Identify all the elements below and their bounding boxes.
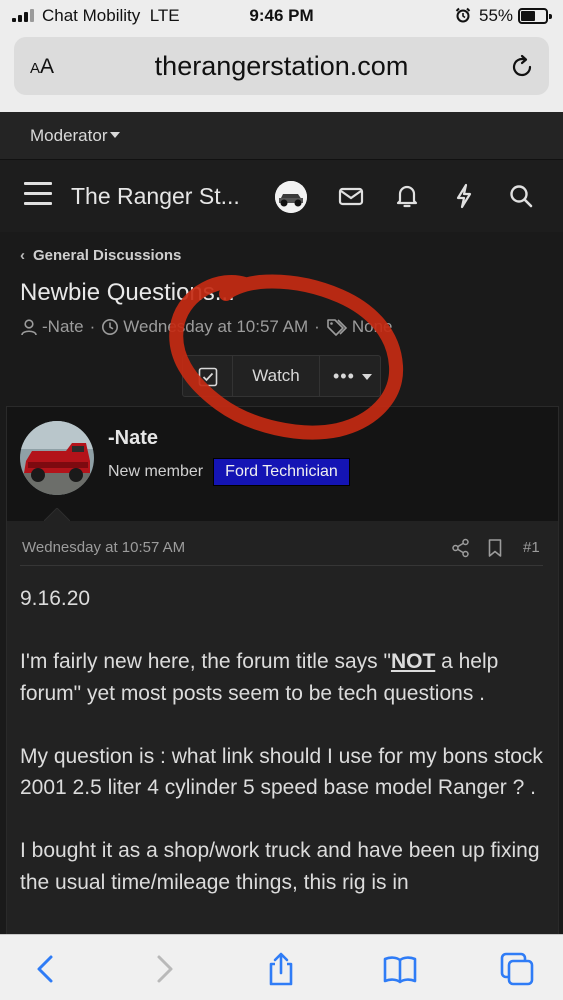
thread-author[interactable]: -Nate bbox=[42, 317, 84, 337]
more-dots-icon: ••• bbox=[333, 366, 355, 386]
share-sheet-icon[interactable] bbox=[263, 951, 299, 987]
status-bar: Chat Mobility LTE 9:46 PM 55% bbox=[0, 0, 563, 34]
url-text[interactable]: therangerstation.com bbox=[14, 51, 549, 82]
post-divider bbox=[20, 565, 543, 566]
post-date[interactable]: Wednesday at 10:57 AM bbox=[22, 539, 185, 556]
thread-tags[interactable]: None bbox=[352, 317, 393, 337]
author-avatar[interactable] bbox=[20, 421, 94, 495]
chevron-down-icon bbox=[110, 132, 121, 138]
more-options-button[interactable]: ••• bbox=[319, 356, 382, 396]
safari-top-chrome: Chat Mobility LTE 9:46 PM 55% AA therang… bbox=[0, 0, 563, 112]
moderator-bar: Moderator bbox=[0, 112, 563, 160]
search-icon[interactable] bbox=[507, 182, 535, 210]
chevron-down-icon bbox=[362, 374, 372, 380]
site-title[interactable]: The Ranger St... bbox=[71, 183, 240, 210]
safari-bottom-toolbar bbox=[0, 934, 563, 1000]
bookmark-icon[interactable] bbox=[486, 538, 504, 558]
tags-icon bbox=[327, 319, 347, 336]
page-title: Newbie Questions... bbox=[20, 279, 235, 306]
back-icon[interactable] bbox=[28, 951, 64, 987]
battery-icon bbox=[518, 8, 552, 24]
post-paragraph: I'm fairly new here, the forum title say… bbox=[20, 650, 499, 705]
mail-icon[interactable] bbox=[337, 182, 365, 210]
share-icon[interactable] bbox=[451, 538, 471, 558]
battery-percent: 55% bbox=[479, 6, 514, 25]
clock-icon bbox=[102, 319, 119, 335]
alarm-icon bbox=[455, 7, 471, 23]
moderator-menu[interactable]: Moderator bbox=[30, 126, 121, 146]
user-icon bbox=[21, 319, 37, 336]
user-banner: Ford Technician bbox=[213, 458, 350, 486]
user-title: New member bbox=[108, 463, 204, 480]
post-paragraph: I bought it as a shop/work truck and hav… bbox=[20, 839, 540, 894]
post-number[interactable]: #1 bbox=[523, 539, 540, 556]
post-content: 9.16.20 I'm fairly new here, the forum t… bbox=[20, 583, 550, 930]
post-paragraph: 9.16.20 bbox=[20, 587, 91, 610]
address-bar[interactable]: AA therangerstation.com bbox=[14, 37, 549, 95]
watch-button-group: Watch ••• bbox=[182, 355, 381, 397]
select-checkbox[interactable] bbox=[183, 356, 233, 396]
bell-icon[interactable] bbox=[393, 182, 421, 210]
post-author-name[interactable]: -Nate bbox=[108, 427, 158, 450]
post-pointer-arrow bbox=[44, 508, 70, 521]
reload-icon[interactable] bbox=[509, 54, 535, 80]
post-paragraph: My question is : what link should I use … bbox=[20, 744, 543, 800]
checkbox-icon bbox=[198, 367, 218, 387]
chevron-left-icon: ‹ bbox=[20, 247, 25, 264]
forward-icon[interactable] bbox=[146, 951, 182, 987]
breadcrumb[interactable]: ‹ General Discussions bbox=[20, 247, 181, 264]
bookmarks-icon[interactable] bbox=[382, 951, 418, 987]
bolt-icon[interactable] bbox=[450, 182, 478, 210]
user-avatar[interactable] bbox=[275, 181, 307, 213]
menu-icon[interactable] bbox=[24, 182, 52, 206]
thread-date[interactable]: Wednesday at 10:57 AM bbox=[123, 317, 308, 337]
tabs-icon[interactable] bbox=[499, 951, 535, 987]
thread-meta: -Nate · Wednesday at 10:57 AM · None bbox=[20, 317, 392, 337]
watch-button[interactable]: Watch bbox=[233, 356, 319, 396]
